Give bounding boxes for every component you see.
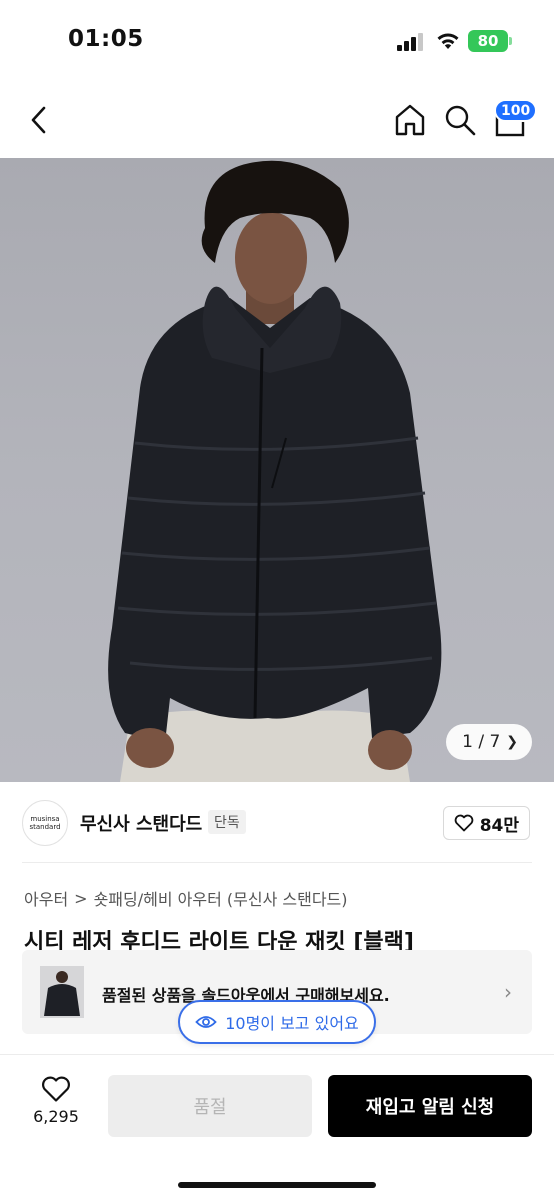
brand-like-count: 84만	[479, 815, 519, 836]
viewers-pill: 10명이 보고 있어요	[178, 1000, 376, 1044]
brand-logo-line1: musinsa	[30, 815, 60, 823]
divider	[22, 862, 532, 863]
wishlist-button[interactable]: 6,295	[26, 1075, 86, 1137]
battery-cap	[509, 37, 512, 45]
soldout-button: 품절	[108, 1075, 312, 1137]
brand-row[interactable]: musinsa standard 무신사 스탠다드 단독 84만	[0, 782, 554, 862]
brand-logo[interactable]: musinsa standard	[22, 800, 68, 846]
wifi-icon	[437, 33, 459, 49]
heart-icon	[42, 1076, 70, 1102]
cart-count-badge: 100	[494, 99, 538, 122]
brand-name[interactable]: 무신사 스탠다드	[80, 810, 202, 836]
brand-logo-line2: standard	[29, 823, 61, 831]
status-bar: 01:05 80	[0, 0, 554, 82]
product-image[interactable]: 1 / 7 ❯	[0, 158, 554, 782]
chevron-right-icon: ❯	[506, 734, 518, 750]
image-counter-text: 1 / 7	[462, 732, 501, 752]
product-photo	[108, 160, 442, 782]
soldout-thumbnail	[40, 966, 84, 1018]
breadcrumb-item-outer[interactable]: 아우터	[24, 886, 68, 910]
status-time: 01:05	[68, 26, 144, 52]
cellular-signal-icon	[397, 33, 423, 51]
chevron-right-icon: ›	[504, 980, 512, 1004]
exclusive-tag: 단독	[208, 810, 246, 834]
heart-icon	[454, 814, 474, 832]
home-indicator	[178, 1182, 376, 1188]
breadcrumb-item-padding[interactable]: 숏패딩/헤비 아우터 (무신사 스탠다드)	[94, 886, 348, 910]
search-icon[interactable]	[442, 102, 478, 138]
chevron-left-icon[interactable]	[24, 102, 56, 138]
bottom-action-bar: 6,295 품절 재입고 알림 신청	[0, 1054, 554, 1200]
viewers-text: 10명이 보고 있어요	[225, 1014, 359, 1033]
breadcrumb-separator: >	[74, 888, 88, 908]
restock-alert-button[interactable]: 재입고 알림 신청	[328, 1075, 532, 1137]
image-counter[interactable]: 1 / 7 ❯	[446, 724, 532, 760]
home-icon[interactable]	[392, 102, 428, 138]
breadcrumb: 아우터 > 숏패딩/헤비 아우터 (무신사 스탠다드)	[24, 886, 348, 910]
nav-bar: 100	[0, 82, 554, 158]
brand-like-button[interactable]: 84만	[442, 806, 530, 840]
battery-indicator: 80	[468, 30, 508, 52]
eye-icon	[195, 1016, 217, 1028]
wishlist-count: 6,295	[33, 1107, 79, 1126]
